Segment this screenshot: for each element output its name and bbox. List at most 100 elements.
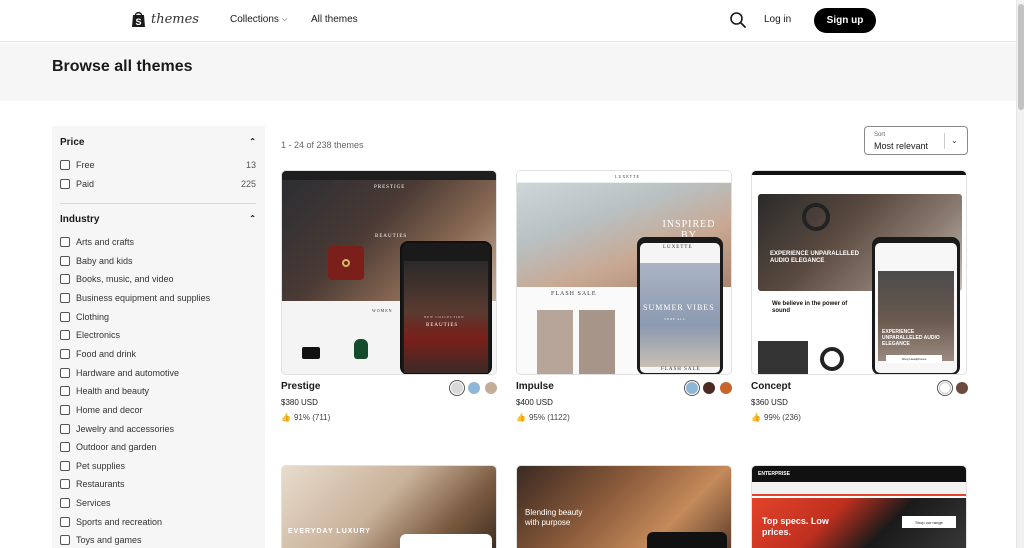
sort-separator <box>944 133 945 149</box>
color-swatch[interactable] <box>703 382 715 394</box>
checkbox[interactable] <box>60 386 70 396</box>
checkbox[interactable] <box>60 179 70 189</box>
filter-option-label: Jewelry and accessories <box>76 424 175 434</box>
filter-option-count: 13 <box>245 160 256 170</box>
filter-option-count: 225 <box>240 179 256 189</box>
preview-hero-text: EXPERIENCE UNPARALLELED AUDIO ELEGANCE <box>770 251 859 264</box>
checkbox[interactable] <box>60 237 70 247</box>
theme-name-concept[interactable]: Concept <box>751 381 791 392</box>
preview-hero-text: Top specs. Low prices. <box>762 516 829 537</box>
checkbox[interactable] <box>60 330 70 340</box>
mobile-hero-image <box>640 263 720 367</box>
nav-all-themes[interactable]: All themes <box>311 14 358 25</box>
filter-option-industry[interactable]: Health and beauty <box>60 384 256 398</box>
mobile-mockup <box>400 534 492 548</box>
theme-preview-prestige[interactable]: BEAUTIES PRESTIGE WOMEN BEAUTIES NEW COL… <box>281 170 497 375</box>
color-swatch[interactable] <box>468 382 480 394</box>
headphones-product-image <box>820 347 844 371</box>
filter-option-industry[interactable]: Food and drink <box>60 347 256 361</box>
checkbox[interactable] <box>60 274 70 284</box>
scrollbar-thumb[interactable] <box>1018 4 1024 110</box>
mobile-mockup: BEAUTIES NEW COLLECTION <box>400 241 492 374</box>
shopify-themes-logo[interactable]: S themes <box>131 11 199 28</box>
checkbox[interactable] <box>60 160 70 170</box>
filter-option-label: Toys and games <box>76 535 142 545</box>
checkbox[interactable] <box>60 256 70 266</box>
filter-option-label: Free <box>76 160 95 170</box>
checkbox[interactable] <box>60 349 70 359</box>
login-link[interactable]: Log in <box>764 14 791 25</box>
checkbox[interactable] <box>60 312 70 322</box>
checkbox[interactable] <box>60 535 70 545</box>
mobile-shop-button: Shop Headphones <box>886 355 942 363</box>
price-filter-header[interactable]: Price ⌃ <box>60 137 256 148</box>
product-image <box>758 341 808 374</box>
color-swatch[interactable] <box>686 382 698 394</box>
color-swatch[interactable] <box>939 382 951 394</box>
checkbox[interactable] <box>60 293 70 303</box>
chevron-down-icon: ⌄ <box>951 136 958 145</box>
checkbox[interactable] <box>60 479 70 489</box>
checkbox[interactable] <box>60 442 70 452</box>
signup-button[interactable]: Sign up <box>814 8 876 33</box>
mobile-shop-all: SHOP ALL <box>664 317 686 321</box>
filter-option-industry[interactable]: Outdoor and garden <box>60 440 256 454</box>
checkbox[interactable] <box>60 498 70 508</box>
mobile-collection-text: NEW COLLECTION <box>424 315 465 319</box>
filter-option-free[interactable]: Free 13 <box>60 158 256 172</box>
checkbox[interactable] <box>60 405 70 415</box>
color-swatch[interactable] <box>956 382 968 394</box>
theme-price: $360 USD <box>751 398 788 407</box>
chevron-up-icon: ⌃ <box>249 214 256 223</box>
industry-filter-title: Industry <box>60 214 100 225</box>
filter-option-label: Outdoor and garden <box>76 442 157 452</box>
filter-option-industry[interactable]: Clothing <box>60 310 256 324</box>
page-scrollbar[interactable] <box>1016 0 1024 548</box>
filter-option-industry[interactable]: Business equipment and supplies <box>60 291 256 305</box>
filter-option-industry[interactable]: Hardware and automotive <box>60 366 256 380</box>
color-swatch[interactable] <box>720 382 732 394</box>
mobile-hero-text: SUMMER VIBES <box>643 303 715 312</box>
filter-option-label: Hardware and automotive <box>76 368 180 378</box>
nav-collections[interactable]: Collections ⌵ <box>230 14 287 25</box>
theme-preview-impulse[interactable]: LUXETTE INSPIRED BY NATURE FLASH SALE LU… <box>516 170 732 375</box>
filter-option-industry[interactable]: Home and decor <box>60 403 256 417</box>
checkbox[interactable] <box>60 424 70 434</box>
mobile-mockup <box>647 532 727 548</box>
industry-filter-header[interactable]: Industry ⌃ <box>60 214 256 225</box>
color-swatch[interactable] <box>451 382 463 394</box>
checkbox[interactable] <box>60 517 70 527</box>
filter-option-industry[interactable]: Sports and recreation <box>60 515 256 529</box>
product-image <box>537 310 573 374</box>
theme-preview-row2-1[interactable]: EVERYDAY LUXURY <box>281 465 497 548</box>
filter-option-industry[interactable]: Services <box>60 496 256 510</box>
theme-rating: 👍 99% (236) <box>751 413 801 422</box>
site-header: S themes Collections ⌵ All themes Log in… <box>0 0 1016 42</box>
search-button[interactable] <box>729 11 747 29</box>
theme-preview-row2-3[interactable]: ENTERPRISE Top specs. Low prices. Shop o… <box>751 465 967 548</box>
theme-name-impulse[interactable]: Impulse <box>516 381 554 392</box>
filter-option-industry[interactable]: Pet supplies <box>60 459 256 473</box>
filter-option-label: Sports and recreation <box>76 517 163 527</box>
thumbs-up-icon: 👍 <box>751 413 761 422</box>
sort-select[interactable]: Sort Most relevant ⌄ <box>864 126 968 155</box>
filter-option-industry[interactable]: Restaurants <box>60 477 256 491</box>
bag-clasp <box>342 259 350 267</box>
filter-option-industry[interactable]: Toys and games <box>60 533 256 547</box>
sort-label: Sort <box>874 132 886 138</box>
color-swatch[interactable] <box>485 382 497 394</box>
checkbox[interactable] <box>60 461 70 471</box>
preview-topbar <box>282 171 496 180</box>
filter-option-industry[interactable]: Arts and crafts <box>60 235 256 249</box>
filter-option-industry[interactable]: Baby and kids <box>60 254 256 268</box>
checkbox[interactable] <box>60 368 70 378</box>
filter-option-paid[interactable]: Paid 225 <box>60 177 256 191</box>
theme-preview-concept[interactable]: EXPERIENCE UNPARALLELED AUDIO ELEGANCE W… <box>751 170 967 375</box>
filter-option-industry[interactable]: Jewelry and accessories <box>60 422 256 436</box>
theme-name-prestige[interactable]: Prestige <box>281 381 320 392</box>
nav-collections-label: Collections <box>230 14 279 25</box>
filter-option-industry[interactable]: Books, music, and video <box>60 272 256 286</box>
mobile-hero-text: BEAUTIES <box>426 323 459 328</box>
filter-option-industry[interactable]: Electronics <box>60 328 256 342</box>
theme-preview-row2-2[interactable]: Blending beauty with purpose <box>516 465 732 548</box>
